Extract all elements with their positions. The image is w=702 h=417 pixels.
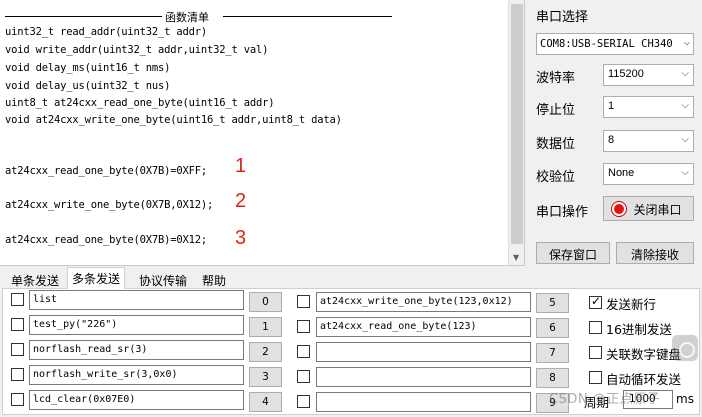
- hex-send-checkbox[interactable]: [589, 321, 602, 334]
- send-enable-checkbox[interactable]: [297, 370, 310, 383]
- annotation-2: 2: [235, 190, 247, 212]
- command-input[interactable]: norflash_read_sr(3): [29, 340, 244, 360]
- chevron-down-icon: ⌵: [681, 68, 689, 79]
- watermark-text: CSDN @正点原子: [549, 392, 661, 407]
- command-input[interactable]: norflash_write_sr(3,0x0): [29, 365, 244, 385]
- data-bits-select[interactable]: 8 ⌵: [603, 130, 694, 152]
- port-status-led-icon: [612, 202, 626, 216]
- stop-bits-value: 1: [608, 100, 615, 112]
- send-enable-checkbox[interactable]: [297, 295, 310, 308]
- terminal-line: at24cxx_read_one_byte(0X7B)=0XFF;: [5, 165, 208, 177]
- stop-bits-select[interactable]: 1 ⌵: [603, 96, 694, 118]
- numpad-link-label: 关联数字键盘: [606, 347, 682, 362]
- command-input[interactable]: [316, 367, 531, 387]
- terminal-line: void delay_ms(uint16_t nms): [5, 62, 171, 74]
- send-button-8[interactable]: 8: [536, 368, 569, 388]
- close-port-button-label: 关闭串口: [633, 203, 682, 217]
- terminal-line: void delay_us(uint32_t nus): [5, 80, 171, 92]
- port-select[interactable]: COM8:USB-SERIAL CH340 ⌵: [536, 33, 694, 55]
- data-bits-label: 数据位: [536, 137, 576, 152]
- baud-rate-label: 波特率: [536, 71, 576, 86]
- chevron-down-icon: ⌵: [681, 167, 689, 178]
- send-button-3[interactable]: 3: [249, 367, 282, 387]
- port-select-label: 串口选择: [536, 10, 589, 25]
- scroll-down-icon[interactable]: ▼: [513, 253, 519, 262]
- send-enable-checkbox[interactable]: [11, 368, 24, 381]
- terminal-line: void at24cxx_write_one_byte(uint16_t add…: [5, 114, 342, 126]
- tab-multi-send[interactable]: 多条发送: [67, 267, 126, 289]
- terminal-line: uint32_t read_addr(uint32_t addr): [5, 26, 208, 38]
- send-button-7[interactable]: 7: [536, 343, 569, 363]
- parity-value: None: [608, 167, 635, 179]
- port-select-value: COM8:USB-SERIAL CH340: [540, 38, 673, 50]
- terminal-line: void write_addr(uint32_t addr,uint32_t v…: [5, 44, 269, 56]
- auto-loop-label: 自动循环发送: [606, 372, 682, 387]
- baud-rate-select[interactable]: 115200 ⌵: [603, 64, 694, 86]
- send-enable-checkbox[interactable]: [297, 345, 310, 358]
- send-enable-checkbox[interactable]: [297, 320, 310, 333]
- hex-send-label: 16进制发送: [606, 322, 672, 337]
- period-unit: ms: [676, 392, 694, 406]
- watermark-logo-icon: [672, 335, 698, 361]
- send-button-1[interactable]: 1: [249, 317, 282, 337]
- chevron-down-icon: ⌵: [681, 37, 690, 48]
- send-enable-checkbox[interactable]: [11, 293, 24, 306]
- send-button-2[interactable]: 2: [249, 342, 282, 362]
- command-input[interactable]: [316, 392, 531, 412]
- send-newline-label: 发送新行: [606, 297, 657, 312]
- function-list-header: 函数清单: [5, 9, 392, 24]
- terminal-line: at24cxx_read_one_byte(0X7B)=0X12;: [5, 234, 208, 246]
- port-operation-label: 串口操作: [536, 205, 589, 220]
- send-enable-checkbox[interactable]: [11, 393, 24, 406]
- terminal-scrollbar[interactable]: ▼: [508, 0, 524, 265]
- chevron-down-icon: ⌵: [681, 100, 689, 111]
- send-enable-checkbox[interactable]: [11, 343, 24, 356]
- annotation-1: 1: [235, 155, 247, 177]
- baud-rate-value: 115200: [608, 68, 644, 80]
- annotation-3: 3: [235, 227, 247, 249]
- send-enable-checkbox[interactable]: [297, 395, 310, 408]
- scrollbar-thumb[interactable]: [511, 4, 523, 244]
- command-input[interactable]: test_py("226"): [29, 315, 244, 335]
- chevron-down-icon: ⌵: [681, 134, 689, 145]
- numpad-link-checkbox[interactable]: [589, 346, 602, 359]
- command-input[interactable]: at24cxx_read_one_byte(123): [316, 317, 531, 337]
- send-newline-checkbox[interactable]: [589, 294, 602, 309]
- send-button-4[interactable]: 4: [249, 392, 282, 412]
- command-input[interactable]: list: [29, 290, 244, 310]
- parity-select[interactable]: None ⌵: [603, 163, 694, 185]
- close-port-button[interactable]: 关闭串口: [603, 196, 694, 221]
- parity-label: 校验位: [536, 170, 576, 185]
- tab-help[interactable]: 帮助: [197, 269, 231, 288]
- send-button-0[interactable]: 0: [249, 292, 282, 312]
- tab-protocol[interactable]: 协议传输: [134, 269, 192, 288]
- save-window-button[interactable]: 保存窗口: [536, 242, 610, 264]
- clear-receive-button[interactable]: 清除接收: [616, 242, 694, 264]
- data-bits-value: 8: [608, 134, 615, 146]
- terminal-line: at24cxx_write_one_byte(0X7B,0X12);: [5, 199, 214, 211]
- receive-terminal[interactable]: 函数清单 uint32_t read_addr(uint32_t addr) v…: [0, 0, 525, 266]
- stop-bits-label: 停止位: [536, 103, 576, 118]
- command-input[interactable]: lcd_clear(0x07E0): [29, 390, 244, 410]
- command-input[interactable]: [316, 342, 531, 362]
- function-list-title: 函数清单: [165, 11, 209, 24]
- tab-single-send[interactable]: 单条发送: [6, 269, 64, 288]
- send-enable-checkbox[interactable]: [11, 318, 24, 331]
- send-button-6[interactable]: 6: [536, 318, 569, 338]
- command-input[interactable]: at24cxx_write_one_byte(123,0x12): [316, 292, 531, 312]
- terminal-line: uint8_t at24cxx_read_one_byte(uint16_t a…: [5, 97, 275, 109]
- send-button-5[interactable]: 5: [536, 293, 569, 313]
- auto-loop-checkbox[interactable]: [589, 371, 602, 384]
